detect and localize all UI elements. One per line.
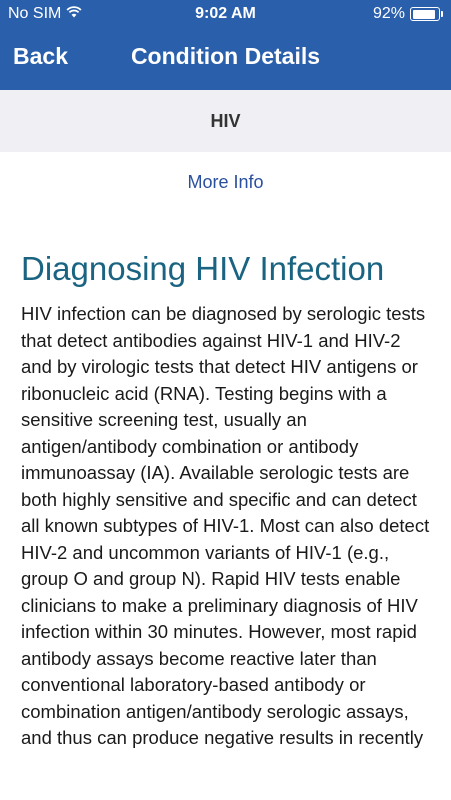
battery-fill: [412, 9, 435, 19]
status-right: 92%: [373, 5, 443, 23]
battery-percent: 92%: [372, 5, 405, 22]
page-title: Condition Details: [130, 43, 321, 69]
article-content: Diagnosing HIV Infection HIV infection c…: [0, 250, 451, 752]
status-bar: No SIM 9:02 AM 92%: [0, 0, 451, 30]
nav-bar: Back Condition Details: [0, 30, 451, 90]
condition-name: HIV: [210, 110, 241, 131]
battery-tip: [441, 11, 443, 17]
article-body: HIV infection can be diagnosed by serolo…: [21, 303, 430, 749]
more-info-link[interactable]: More Info: [0, 172, 451, 193]
section-heading: Diagnosing HIV Infection: [21, 250, 385, 287]
app-header: No SIM 9:02 AM 92% Back Condition Detail…: [0, 0, 451, 90]
condition-subheader: HIV: [0, 90, 451, 152]
battery-icon: [410, 7, 440, 21]
